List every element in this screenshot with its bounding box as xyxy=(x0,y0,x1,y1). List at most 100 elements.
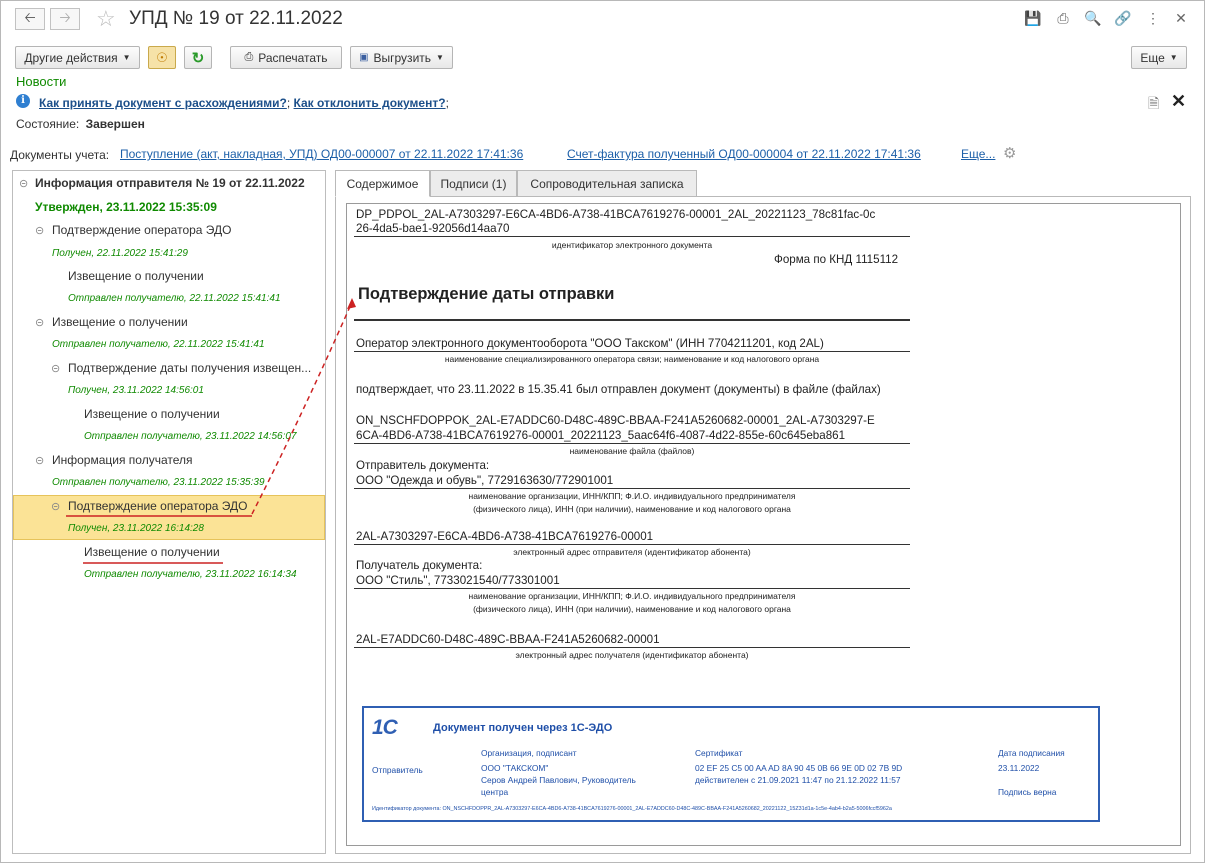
tree-item-status: Получен, 23.11.2022 14:56:01 xyxy=(68,385,204,396)
stamp-org: ООО "ТАКСКОМ" xyxy=(481,763,549,773)
operator-line: Оператор электронного документооборота "… xyxy=(356,337,824,350)
divider xyxy=(354,236,910,237)
export-label: Выгрузить xyxy=(373,50,432,65)
stamp-row-label: Отправитель xyxy=(372,765,423,775)
tree-item[interactable]: Извещение о получении xyxy=(84,545,220,559)
tree-item[interactable]: Извещение о получении xyxy=(52,315,188,329)
collapse-icon[interactable]: ⊝ xyxy=(35,316,44,329)
disk-icon: ▣ xyxy=(359,52,369,63)
caption: наименование файла (файлов) xyxy=(569,446,695,456)
close-icon[interactable]: ✕ xyxy=(1172,9,1190,27)
divider xyxy=(354,588,910,589)
caption: наименование организации, ИНН/КПП; Ф.И.О… xyxy=(468,591,796,601)
more-vertical-icon[interactable]: ⋮ xyxy=(1144,9,1162,27)
tab-signatures[interactable]: Подписи (1) xyxy=(430,170,517,197)
chevron-down-icon: ▼ xyxy=(436,53,444,62)
tree-item-status: Утвержден, 23.11.2022 15:35:09 xyxy=(35,200,217,214)
back-button[interactable]: 🡠 xyxy=(15,8,45,30)
other-actions-label: Другие действия xyxy=(24,50,118,65)
print-icon[interactable]: ⎙ xyxy=(1054,9,1072,27)
form-code: Форма по КНД 1115112 xyxy=(774,253,899,266)
file-name-line: 6CA-4BD6-A738-41BCA7619276-00001_2022112… xyxy=(356,429,846,442)
caption: электронный адрес отправителя (идентифик… xyxy=(513,547,751,557)
tree-item[interactable]: Подтверждение даты получения извещен... xyxy=(68,361,311,375)
receiver-label: Получатель документа: xyxy=(356,559,483,572)
window-title: УПД № 19 от 22.11.2022 xyxy=(129,8,343,29)
news-sep: ; xyxy=(286,96,291,110)
accounting-link-invoice[interactable]: Счет-фактура полученный ОД00-000004 от 2… xyxy=(567,147,921,161)
collapse-icon[interactable]: ⊝ xyxy=(35,224,44,237)
divider xyxy=(354,443,910,444)
print-label: Распечатать xyxy=(258,50,328,65)
collapse-icon[interactable]: ⊝ xyxy=(19,177,28,190)
state-row: Состояние: Завершен xyxy=(16,117,145,131)
refresh-button[interactable]: ↻ xyxy=(184,46,212,69)
divider xyxy=(354,544,910,545)
sender-address: 2AL-A7303297-E6CA-4BD6-A738-41BCA7619276… xyxy=(356,530,654,543)
chevron-down-icon: ▼ xyxy=(122,53,131,62)
tree-item[interactable]: Информация отправителя № 19 от 22.11.202… xyxy=(35,176,305,190)
divider xyxy=(354,647,910,648)
receiver-value: ООО "Стиль", 7733021540/773301001 xyxy=(356,574,560,587)
forward-button[interactable]: 🡢 xyxy=(50,8,80,30)
stamp-doc-id: Идентификатор документа: ON_NSCHFDOPPR_2… xyxy=(372,806,892,812)
file-id-line: DP_PDPOL_2AL-A7303297-E6CA-4BD6-A738-41B… xyxy=(356,208,876,221)
news-label: Новости xyxy=(16,74,67,89)
caption: наименование специализированного операто… xyxy=(444,354,820,364)
preview-icon[interactable]: 🔍 xyxy=(1084,9,1102,27)
stamp-col-date: Дата подписания xyxy=(998,748,1065,758)
caption: идентификатор электронного документа xyxy=(551,240,713,250)
favorite-star-icon[interactable]: ☆ xyxy=(96,6,116,32)
tree-item[interactable]: Информация получателя xyxy=(52,453,193,467)
1c-logo: 1С xyxy=(372,716,398,739)
arrow-left-icon: 🡠 xyxy=(24,9,36,25)
tree-item-status: Отправлен получателю, 22.11.2022 15:41:4… xyxy=(52,339,265,350)
accounting-link-receipt[interactable]: Поступление (акт, накладная, УПД) ОД00-0… xyxy=(120,147,523,161)
state-value: Завершен xyxy=(85,117,145,131)
file-name-line: ON_NSCHFDOPPOK_2AL-E7ADDC60-D48C-489C-BB… xyxy=(356,414,875,427)
link-icon[interactable]: 🔗 xyxy=(1114,9,1132,27)
export-button[interactable]: ▣ Выгрузить ▼ xyxy=(350,46,453,69)
news-link-reject[interactable]: Как отклонить документ? xyxy=(294,96,446,110)
edo-stamp: 1С Документ получен через 1С-ЭДО Организ… xyxy=(362,706,1100,822)
more-label: Еще xyxy=(1140,50,1165,65)
tree-item-status: Отправлен получателю, 23.11.2022 14:56:0… xyxy=(84,431,297,442)
collapse-icon[interactable]: ⊝ xyxy=(51,500,60,513)
caption: электронный адрес получателя (идентифика… xyxy=(515,650,749,660)
more-button[interactable]: Еще ▼ xyxy=(1131,46,1187,69)
arrow-right-icon: 🡢 xyxy=(59,9,71,25)
sender-value: ООО "Одежда и обувь", 7729163630/7729010… xyxy=(356,474,614,487)
tab-cover-note[interactable]: Сопроводительная записка xyxy=(517,170,697,197)
accounting-more-link[interactable]: Еще... xyxy=(961,147,995,161)
sender-label: Отправитель документа: xyxy=(356,459,490,472)
tree-item-status: Получен, 22.11.2022 15:41:29 xyxy=(52,248,188,259)
save-icon[interactable]: 💾 xyxy=(1024,9,1042,27)
tree-item[interactable]: Извещение о получении xyxy=(84,407,220,421)
state-label: Состояние: xyxy=(16,117,80,131)
confirm-line: подтверждает, что 23.11.2022 в 15.35.41 … xyxy=(356,383,881,396)
close-news-icon[interactable]: ✕ xyxy=(1171,91,1186,112)
stamp-cert-valid: действителен с 21.09.2021 11:47 по 21.12… xyxy=(695,775,901,785)
refresh-icon: ↻ xyxy=(191,49,205,67)
stamp-sign-ok: Подпись верна xyxy=(998,787,1057,797)
tree-item-selected[interactable]: Подтверждение оператора ЭДО xyxy=(68,499,248,513)
tree-item[interactable]: Извещение о получении xyxy=(68,269,204,283)
stamp-cert: 02 EF 25 C5 00 AA AD 8A 90 45 0B 66 9E 0… xyxy=(695,763,903,773)
tree-item[interactable]: Подтверждение оператора ЭДО xyxy=(52,223,232,237)
hierarchy-icon: ☉ xyxy=(156,49,168,65)
print-button[interactable]: ⎙ Распечатать xyxy=(230,46,342,69)
collapse-icon[interactable]: ⊝ xyxy=(35,454,44,467)
tab-content[interactable]: Содержимое xyxy=(335,170,430,197)
gear-icon[interactable]: ⚙ xyxy=(1003,144,1016,162)
other-actions-button[interactable]: Другие действия ▼ xyxy=(15,46,140,69)
stamp-col-org: Организация, подписант xyxy=(481,748,577,758)
stamp-date: 23.11.2022 xyxy=(998,763,1040,773)
document-view: DP_PDPOL_2AL-A7303297-E6CA-4BD6-A738-41B… xyxy=(346,203,1181,846)
document-tree[interactable]: ⊝ Информация отправителя № 19 от 22.11.2… xyxy=(12,170,326,854)
news-link-accept[interactable]: Как принять документ с расхождениями? xyxy=(39,96,287,110)
document-icon[interactable]: 🗎 xyxy=(1148,93,1159,117)
tree-item-status: Отправлен получателю, 23.11.2022 16:14:3… xyxy=(84,569,297,580)
structure-button[interactable]: ☉ xyxy=(148,46,176,69)
collapse-icon[interactable]: ⊝ xyxy=(51,362,60,375)
tree-item-status: Получен, 23.11.2022 16:14:28 xyxy=(68,523,204,534)
